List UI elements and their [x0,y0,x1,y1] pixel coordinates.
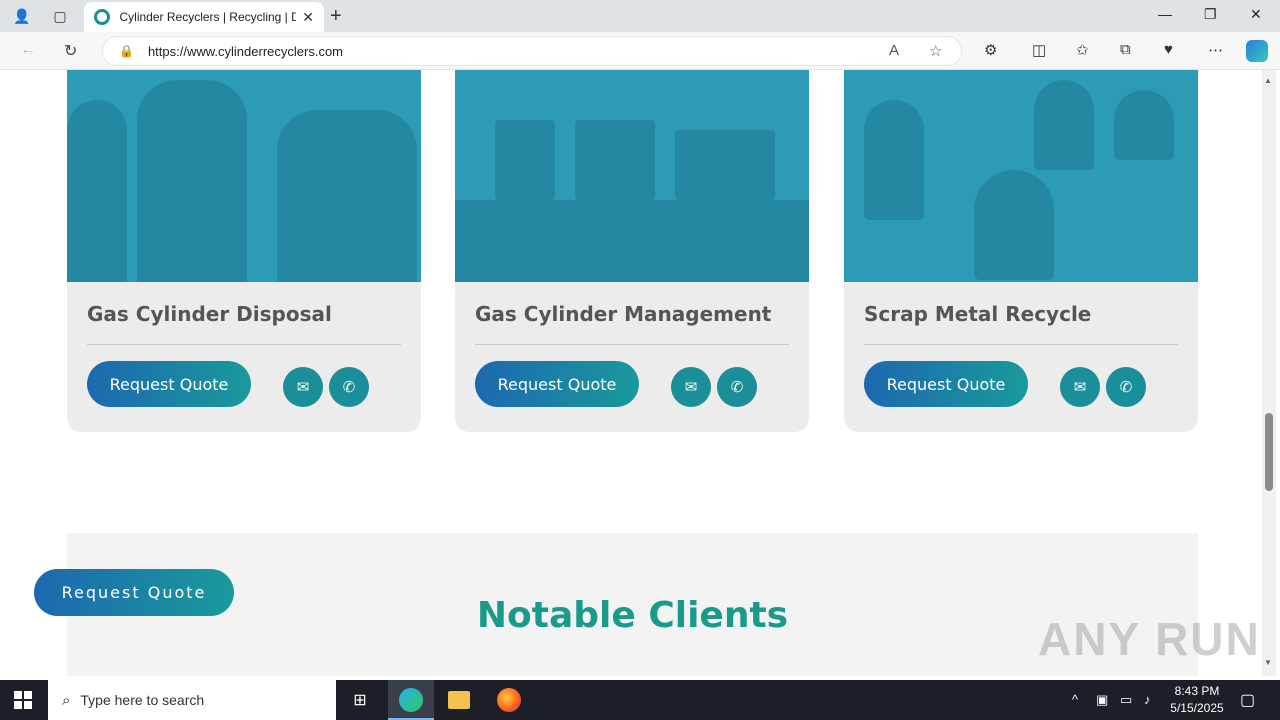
clock-time: 8:43 PM [1174,684,1220,698]
split-screen-icon[interactable]: ◫ [1032,41,1046,59]
service-card: Gas Cylinder Disposal Request Quote ✉ ✆ [67,70,421,432]
favorites-icon[interactable]: ✩ [1076,41,1089,59]
device-icon[interactable]: ▣ [1096,692,1108,708]
scroll-down-icon[interactable]: ▼ [1264,658,1272,667]
extensions-icon[interactable]: ⚙ [984,41,997,59]
service-photo [844,70,1198,282]
close-tab-icon[interactable]: ✕ [302,9,314,26]
minimize-icon[interactable]: — [1158,6,1172,22]
divider [87,344,401,345]
service-photo [455,70,809,282]
url-text: https://www.cylinderrecyclers.com [147,43,344,59]
new-tab-icon[interactable]: + [330,5,342,28]
taskbar: ⌕ Type here to search ⊞ ^ ▣ ▭ ♪ 8:43 PM … [0,680,1280,720]
restore-icon[interactable]: ❐ [1204,6,1217,23]
show-hidden-icons-icon[interactable]: ^ [1072,692,1078,707]
active-tab[interactable]: Cylinder Recyclers | Recycling | D ✕ [84,2,324,32]
more-menu-icon[interactable]: ⋯ [1208,41,1223,59]
profile-icon[interactable]: 👤 [12,6,32,26]
request-quote-button[interactable]: Request Quote [87,361,251,407]
request-quote-button[interactable]: Request Quote [864,361,1028,407]
service-title: Gas Cylinder Management [475,302,772,326]
address-field[interactable]: 🔒 https://www.cylinderrecyclers.com A ☆ [102,36,962,66]
divider [864,344,1178,345]
phone-icon[interactable]: ✆ [1106,367,1146,407]
tab-title: Cylinder Recyclers | Recycling | D [119,10,297,24]
search-icon: ⌕ [62,691,71,709]
favorite-star-icon[interactable]: ☆ [929,42,942,60]
clients-section: Notable Clients [67,533,1198,676]
scrollbar-thumb[interactable] [1265,413,1273,491]
edge-icon[interactable] [399,688,423,712]
firefox-icon[interactable] [497,688,521,712]
service-title: Gas Cylinder Disposal [87,302,332,326]
service-card: Scrap Metal Recycle Request Quote ✉ ✆ [844,70,1198,432]
refresh-icon[interactable]: ↻ [64,41,77,61]
phone-icon[interactable]: ✆ [329,367,369,407]
collections-icon[interactable]: ⧉ [1120,41,1131,58]
address-toolbar: ← ↻ 🔒 https://www.cylinderrecyclers.com … [0,32,1280,70]
site-favicon-icon [94,9,110,25]
windows-start-icon[interactable] [14,691,32,709]
email-icon[interactable]: ✉ [283,367,323,407]
file-explorer-icon[interactable] [448,691,470,709]
scroll-up-icon[interactable]: ▲ [1264,76,1272,85]
tab-bar: 👤 ▢ Cylinder Recyclers | Recycling | D ✕… [0,0,1280,32]
copilot-icon[interactable] [1246,40,1268,62]
volume-icon[interactable]: ♪ [1144,692,1151,707]
browser-essentials-icon[interactable]: ♥ [1164,41,1173,58]
notifications-icon[interactable]: ▢ [1240,690,1255,710]
tab-actions-icon[interactable]: ▢ [50,6,70,26]
service-card: Gas Cylinder Management Request Quote ✉ … [455,70,809,432]
network-icon[interactable]: ▭ [1120,692,1132,708]
watermark-logo: ANY RUN [1038,613,1261,665]
email-icon[interactable]: ✉ [671,367,711,407]
service-title: Scrap Metal Recycle [864,302,1092,326]
clients-heading: Notable Clients [476,595,789,636]
lock-icon: 🔒 [119,44,134,58]
email-icon[interactable]: ✉ [1060,367,1100,407]
divider [475,344,789,345]
taskbar-clock[interactable]: 8:43 PM 5/15/2025 [1166,683,1228,717]
back-icon[interactable]: ← [20,41,36,59]
scrollbar[interactable] [1262,70,1276,676]
phone-icon[interactable]: ✆ [717,367,757,407]
floating-request-quote-button[interactable]: Request Quote [34,569,234,616]
task-view-icon[interactable]: ⊞ [348,688,372,712]
read-aloud-icon[interactable]: A [889,42,899,59]
request-quote-button[interactable]: Request Quote [475,361,639,407]
service-photo [67,70,421,282]
search-placeholder: Type here to search [80,692,205,708]
clock-date: 5/15/2025 [1170,701,1224,715]
taskbar-search[interactable]: ⌕ Type here to search [48,680,336,720]
close-window-icon[interactable]: ✕ [1250,6,1262,23]
